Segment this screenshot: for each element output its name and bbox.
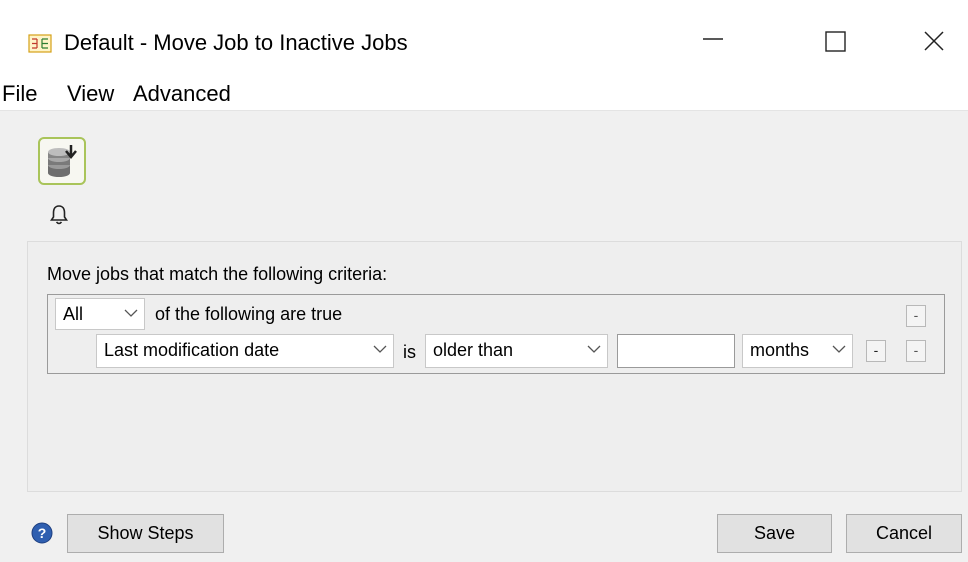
help-icon[interactable]: ? [31,522,53,544]
maximize-icon[interactable] [814,22,860,66]
chevron-down-icon [124,309,138,317]
show-steps-button[interactable]: Show Steps [67,514,224,553]
close-icon[interactable] [907,22,953,66]
remove-criterion-button[interactable]: - [866,340,886,362]
menu-view[interactable]: View [67,78,114,110]
database-download-icon[interactable] [38,137,86,185]
app-flow-icon [28,34,52,53]
chevron-down-icon [587,345,601,353]
title-bar: Default - Move Job to Inactive Jobs [0,0,968,78]
criteria-field-value: Last modification date [104,340,280,360]
group-trailing-text: of the following are true [155,304,343,324]
menu-advanced[interactable]: Advanced [133,78,231,110]
criteria-operator-value: older than [433,340,514,360]
criteria-value-input[interactable] [617,334,735,368]
chevron-down-icon [832,345,846,353]
remove-criterion-group-button[interactable]: - [906,340,926,362]
match-mode-select[interactable]: All [55,298,145,330]
match-mode-value: All [63,304,84,324]
menu-file[interactable]: File [2,78,37,110]
cancel-button[interactable]: Cancel [846,514,962,553]
chevron-down-icon [373,345,387,353]
save-button[interactable]: Save [717,514,832,553]
criteria-heading: Move jobs that match the following crite… [47,264,388,284]
svg-text:?: ? [38,525,47,541]
bell-icon[interactable] [49,204,69,226]
remove-group-button[interactable]: - [906,305,926,327]
menu-bar: File View Advanced [0,78,968,111]
criteria-unit-value: months [750,340,810,360]
criteria-connector: is [403,342,416,362]
criteria-field-select[interactable]: Last modification date [96,334,394,368]
criteria-unit-select[interactable]: months [742,334,853,368]
dialog-window: Default - Move Job to Inactive Jobs File… [0,0,968,562]
criteria-operator-select[interactable]: older than [425,334,608,368]
minimize-icon[interactable] [698,22,744,66]
window-title: Default - Move Job to Inactive Jobs [64,30,408,55]
